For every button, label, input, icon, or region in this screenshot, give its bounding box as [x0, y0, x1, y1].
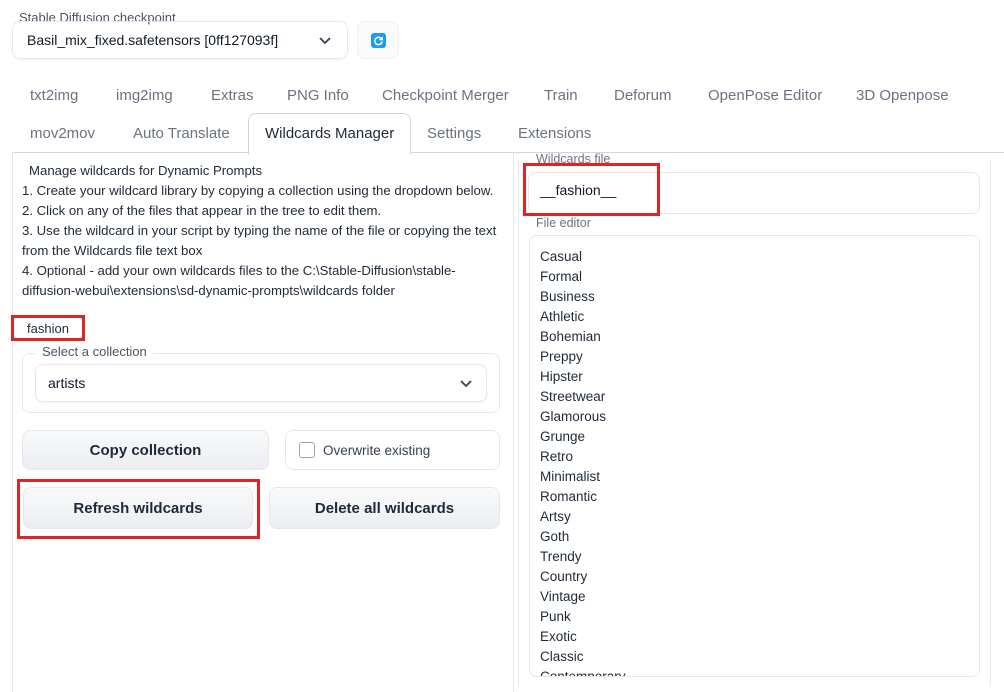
file-editor-line: Grunge [540, 429, 586, 444]
file-editor-line: Casual [540, 249, 583, 264]
collection-dropdown[interactable]: artists [35, 364, 487, 402]
file-editor-line: Business [540, 289, 595, 304]
tab-3d-openpose[interactable]: 3D Openpose [856, 86, 949, 106]
checkpoint-value: Basil_mix_fixed.safetensors [0ff127093f] [27, 32, 279, 48]
instructions-title: Manage wildcards for Dynamic Prompts [29, 163, 263, 178]
delete-all-wildcards-button[interactable]: Delete all wildcards [269, 487, 500, 529]
file-editor-line: Punk [540, 609, 571, 624]
instructions-step1: 1. Create your wildcard library by copyi… [22, 183, 494, 198]
file-editor-line: Glamorous [540, 409, 607, 424]
tab-wildcards-manager[interactable]: Wildcards Manager [248, 113, 412, 155]
tab-txt2img[interactable]: txt2img [30, 86, 78, 106]
file-editor-line: Athletic [540, 309, 585, 324]
file-editor-line: Artsy [540, 509, 571, 524]
refresh-icon [370, 32, 386, 48]
wildcards-file-value[interactable]: __fashion__ [523, 163, 660, 216]
instructions: Manage wildcards for Dynamic Prompts 1. … [22, 161, 502, 301]
file-editor-line: Bohemian [540, 329, 601, 344]
file-editor-textarea[interactable]: Casual Formal Business Athletic Bohemian Prep… [529, 235, 980, 677]
file-editor-label: File editor [536, 216, 591, 230]
tab-checkpoint-merger[interactable]: Checkpoint Merger [382, 86, 509, 106]
file-editor-line: Formal [540, 269, 583, 284]
file-editor-line: Romantic [540, 489, 598, 504]
overwrite-existing-checkbox[interactable]: Overwrite existing [285, 430, 500, 470]
tab-settings[interactable]: Settings [427, 124, 481, 144]
checkbox-box[interactable] [299, 442, 315, 458]
overwrite-label: Overwrite existing [323, 442, 431, 458]
file-editor-line: Preppy [540, 349, 583, 364]
tab-extras[interactable]: Extras [211, 86, 254, 106]
file-editor-line: Retro [540, 449, 574, 464]
file-editor-line: Exotic [540, 629, 577, 644]
right-panel-border [990, 160, 991, 685]
tab-openpose-editor[interactable]: OpenPose Editor [708, 86, 822, 106]
tab-img2img[interactable]: img2img [116, 86, 173, 106]
checkpoint-dropdown[interactable]: Basil_mix_fixed.safetensors [0ff127093f] [12, 21, 348, 59]
file-editor-line: Vintage [540, 589, 586, 604]
chevron-down-icon [319, 37, 331, 45]
instructions-step3-cont: from the Wildcards file text box [22, 243, 203, 258]
file-editor-line: Trendy [540, 549, 582, 564]
collection-value: artists [48, 375, 86, 391]
file-editor-line: Goth [540, 529, 570, 544]
collection-label: Select a collection [36, 344, 153, 359]
tab-png-info[interactable]: PNG Info [287, 86, 349, 106]
file-editor-line: Classic [540, 649, 584, 664]
file-editor-line: Contemporary [540, 669, 626, 677]
tab-deforum[interactable]: Deforum [614, 86, 672, 106]
instructions-step3: 3. Use the wildcard in your script by ty… [22, 223, 497, 238]
copy-collection-button[interactable]: Copy collection [22, 430, 269, 470]
instructions-step4-cont: diffusion-webui\extensions\sd-dynamic-pr… [22, 283, 395, 298]
chevron-down-icon [460, 380, 472, 388]
tab-auto-translate[interactable]: Auto Translate [133, 124, 230, 144]
instructions-step4: 4. Optional - add your own wildcards fil… [22, 263, 456, 278]
tab-mov2mov[interactable]: mov2mov [30, 124, 95, 144]
file-editor-line: Hipster [540, 369, 583, 384]
file-editor-line: Minimalist [540, 469, 601, 484]
tab-train[interactable]: Train [544, 86, 578, 106]
tree-item-fashion[interactable]: fashion [11, 315, 85, 341]
refresh-checkpoint-button[interactable] [357, 21, 399, 59]
right-panel-border [518, 160, 519, 685]
refresh-wildcards-button[interactable]: Refresh wildcards [23, 487, 253, 529]
file-editor-line: Country [540, 569, 588, 584]
instructions-step2: 2. Click on any of the files that appear… [22, 203, 382, 218]
tab-extensions[interactable]: Extensions [518, 124, 591, 144]
file-editor-line: Streetwear [540, 389, 606, 404]
